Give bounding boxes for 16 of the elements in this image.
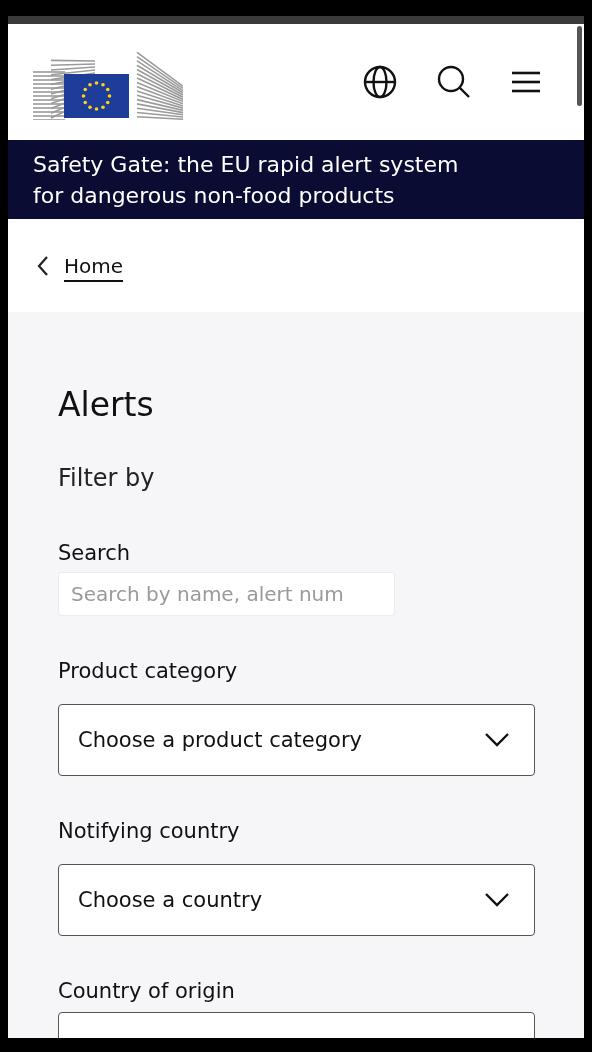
field-label: Product category [58,658,239,685]
site-title: Safety Gate: the EU rapid alert system for dangerous non-food products [33,150,460,210]
filter-heading: Filter by [58,463,156,494]
globe-icon[interactable] [362,64,398,100]
select-field[interactable]: Choose a product category [58,704,535,776]
select-field[interactable]: Choose a country [58,864,535,936]
chevron-down-icon [484,732,510,748]
chevron-left-icon [36,254,50,277]
search-icon[interactable] [436,64,472,100]
field-label: Search [58,540,132,567]
field-label: Notifying country [58,818,241,845]
chevron-down-icon [484,892,510,908]
search-field[interactable]: Search by name, alert num [58,572,395,616]
page-title: Alerts [58,384,155,426]
field-label: Country of origin [58,978,236,1005]
home-link[interactable]: Home [64,253,124,278]
